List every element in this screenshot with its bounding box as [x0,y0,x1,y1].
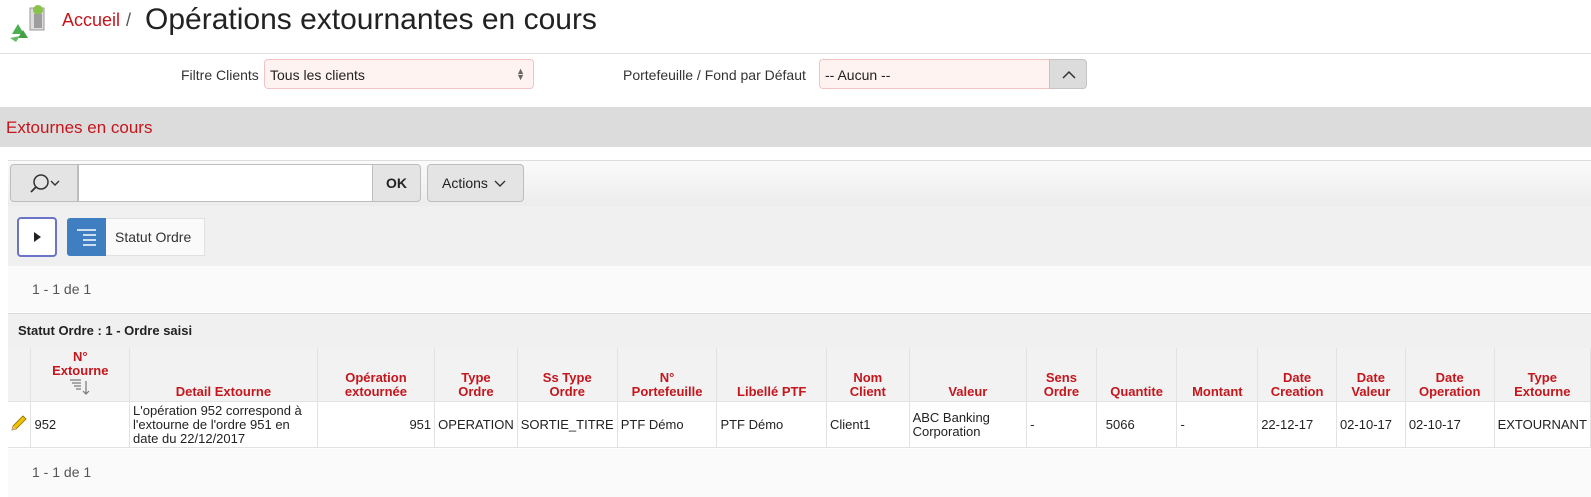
column-header[interactable]: Quantite [1096,348,1178,402]
column-header[interactable]: Date Valeur [1336,348,1406,402]
column-header[interactable]: Ss Type Ordre [517,348,618,402]
cell-libelle-ptf: PTF Démo [716,401,827,448]
column-header[interactable]: N° Portefeuille [617,348,718,402]
column-header-line2: Quantite [1110,384,1163,399]
pagination-bottom-bar [8,449,1591,497]
column-header-line2: extournée [344,384,408,399]
ok-button[interactable]: OK [372,164,421,202]
control-break-label[interactable]: Statut Ordre [106,218,205,256]
column-header-line1: Type [1527,370,1557,385]
column-header-line1: Date [1356,370,1385,385]
column-header-line2: Portefeuille [631,384,703,399]
cell-type-ordre: OPERATION [434,401,518,448]
column-header-line1: Ss Type [542,370,592,385]
actions-button[interactable]: Actions [427,164,524,202]
column-header-line1: Nom [853,370,883,385]
column-header[interactable]: Type Extourne [1494,348,1591,402]
portefeuille-field[interactable]: -- Aucun -- [819,59,1051,89]
cell-no-extourne: 952 [30,401,131,448]
column-header-line2: Valeur [948,384,988,399]
region-header [0,107,1591,147]
control-break-icon[interactable] [67,218,106,256]
search-icon [30,174,60,193]
column-header-line2: Libellé PTF [737,384,807,399]
column-header[interactable]: Montant [1176,348,1259,402]
pagination-top-bar [8,266,1591,312]
portefeuille-label: Portefeuille / Fond par Défaut [623,67,806,83]
column-header[interactable]: Opération extournée [317,348,436,402]
column-header-line1: Type [461,370,491,385]
column-header-line1: Opération [345,370,407,385]
region-title: Extournes en cours [6,118,153,137]
column-header-line2: Ordre [1043,384,1080,399]
portefeuille-value: -- Aucun -- [825,67,891,83]
clients-filter-select[interactable]: Tous les clients ▲ ▼ [264,59,534,89]
column-header-line1: Date [1282,370,1312,385]
chevron-up-icon [1062,70,1076,79]
column-header-line2: Detail Extourne [175,384,272,399]
column-header[interactable]: N° Extourne [30,348,131,402]
table-header-row: N° Extourne Detail Extourne Opération ext… [8,348,1591,402]
select-updown-icon: ▲ ▼ [516,66,525,82]
column-header-line2: Montant [1192,384,1243,399]
cell-date-creation: 22-12-17 [1257,401,1337,448]
column-header-line2: Client [849,384,886,399]
cell-sens-ordre: - [1026,401,1097,448]
column-header[interactable]: Type Ordre [434,348,518,402]
actions-label: Actions [442,175,488,191]
column-header[interactable]: Date Creation [1257,348,1337,402]
column-header-line1: N° [72,349,88,364]
cell-ss-type-ordre: SORTIE_TITRE [517,401,618,448]
cell-date-operation: 02-10-17 [1405,401,1495,448]
column-header[interactable]: Nom Client [826,348,910,402]
table-row: 952 L'opération 952 correspond à l'extou… [8,401,1591,448]
column-header[interactable]: Libellé PTF [716,348,827,402]
column-header-line2: Extourne [1514,384,1571,399]
play-icon [34,232,41,242]
column-header-line2: Valeur [1351,384,1391,399]
column-header[interactable]: Sens Ordre [1026,348,1097,402]
cell-montant: - [1176,401,1259,448]
pencil-icon[interactable] [10,414,28,432]
cell-no-portefeuille: PTF Démo [617,401,718,448]
cell-operation-extournee: 951 [317,401,436,448]
cell-valeur: ABC Banking Corporation [909,401,1028,448]
column-header-line1: Date [1435,370,1464,385]
cell-detail-extourne: L'opération 952 correspond à l'extourne … [129,401,318,448]
column-header-line1: N° [659,370,675,385]
breadcrumb-home-link[interactable]: Accueil [62,10,120,31]
group-header-bar [8,313,1591,350]
page-title: Opérations extournantes en cours [145,3,597,36]
cell-quantite: 5066 [1096,401,1178,448]
cell-nom-client: Client1 [826,401,910,448]
column-header-line2: Extourne [52,363,109,378]
column-header[interactable]: Valeur [909,348,1028,402]
column-header-line2: Ordre [458,384,494,399]
cell-date-valeur: 02-10-17 [1336,401,1406,448]
clients-filter-label: Filtre Clients [181,67,259,83]
search-input[interactable] [78,164,373,202]
column-header[interactable]: Detail Extourne [129,348,318,402]
group-header-label: Statut Ordre : 1 - Ordre saisi [18,323,193,338]
edit-row-cell[interactable] [8,401,32,448]
app-logo-icon[interactable] [8,4,52,44]
breadcrumb-separator: / [126,10,132,30]
edit-column-header [8,348,32,402]
column-header-line2: Creation [1270,384,1324,399]
pagination-top: 1 - 1 de 1 [32,281,92,297]
portefeuille-popup-button[interactable] [1049,59,1087,89]
report-table: N° Extourne Detail Extourne Opération ext… [8,348,1591,448]
column-header-line2: Ordre [549,384,585,399]
column-header[interactable]: Date Operation [1405,348,1495,402]
cell-type-extourne: EXTOURNANT [1494,401,1591,448]
control-break-area [8,206,1591,266]
sort-descending-icon [70,379,90,395]
column-header-line1: Sens [1045,370,1077,385]
chevron-down-icon [494,180,506,187]
column-header-line2: Operation [1418,384,1481,399]
pagination-bottom: 1 - 1 de 1 [32,464,92,480]
expand-toggle-button[interactable] [17,217,57,257]
search-column-button[interactable] [10,164,78,202]
clients-filter-value: Tous les clients [270,67,365,83]
